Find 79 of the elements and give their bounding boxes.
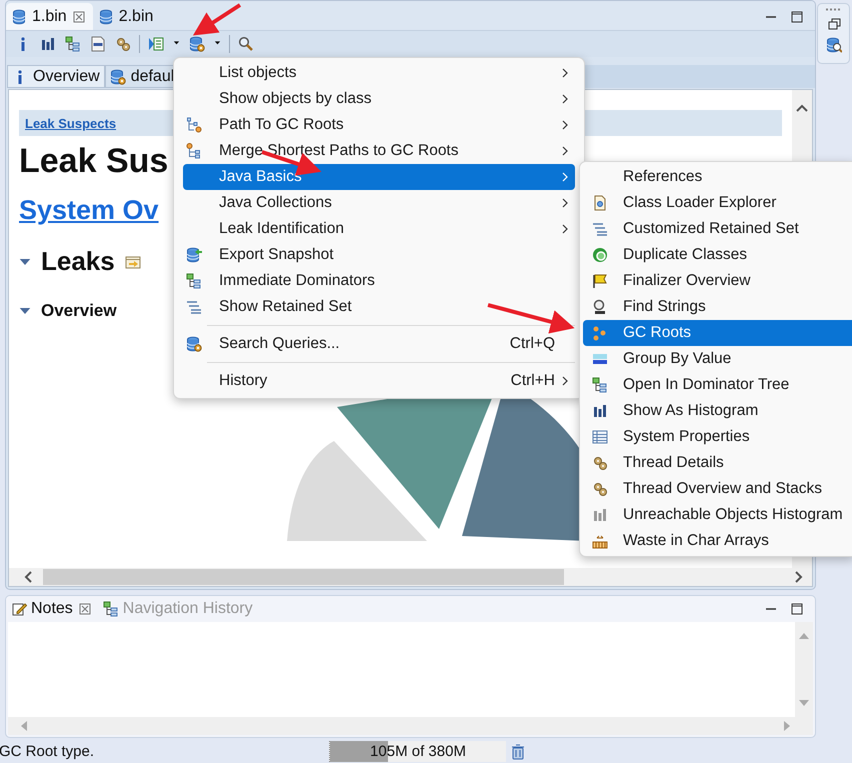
list-lines-icon <box>186 299 202 315</box>
table-icon <box>592 429 608 445</box>
tree-icon <box>186 273 202 289</box>
scrollbar-thumb[interactable] <box>43 569 564 585</box>
expand-triangle-icon[interactable] <box>19 258 31 266</box>
query-button[interactable] <box>89 34 107 54</box>
histogram-icon <box>592 507 608 523</box>
menu-item[interactable]: System Properties <box>583 424 852 450</box>
menu-item[interactable]: Waste in Char Arrays <box>583 528 852 554</box>
menu-item[interactable]: References <box>583 164 852 190</box>
close-icon[interactable] <box>70 8 87 24</box>
view-tab[interactable]: Overview <box>7 65 105 88</box>
flag-icon <box>592 273 608 289</box>
tree-icon <box>592 377 608 393</box>
drag-handle-icon[interactable] <box>824 8 842 11</box>
expand-triangle-icon[interactable] <box>19 307 31 315</box>
menu-item[interactable]: Show Retained Set <box>183 294 575 320</box>
menu-item[interactable]: Duplicate Classes <box>583 242 852 268</box>
query-browser-button[interactable] <box>188 34 206 54</box>
caret-icon[interactable] <box>213 41 222 47</box>
menu-item[interactable]: Thread Details <box>583 450 852 476</box>
menu-item[interactable]: Java Collections <box>183 190 575 216</box>
database-export-icon <box>186 247 202 263</box>
heap-search-icon[interactable] <box>826 37 842 53</box>
menu-item[interactable]: Class Loader Explorer <box>583 190 852 216</box>
restore-icon[interactable] <box>826 16 842 32</box>
gears-icon <box>592 481 608 497</box>
editor-tab[interactable]: 1.bin <box>6 3 93 30</box>
tree-icon <box>102 601 119 617</box>
menu-item[interactable]: Export Snapshot <box>183 242 575 268</box>
page-title: Leak Sus <box>19 142 168 181</box>
breadcrumb-link[interactable]: Leak Suspects <box>25 116 116 130</box>
status-message: GC Root type. <box>0 743 96 760</box>
menu-item[interactable]: Show objects by class <box>183 86 575 112</box>
database-icon <box>98 8 115 24</box>
tree-path-icon <box>186 117 202 133</box>
menu-item[interactable]: Immediate Dominators <box>183 268 575 294</box>
list-lines-icon <box>592 221 608 237</box>
menu-item[interactable]: Search Queries... Ctrl+Q <box>183 331 575 357</box>
menu-item[interactable]: Path To GC Roots <box>183 112 575 138</box>
node-dots-icon <box>592 325 608 341</box>
document-icon <box>592 195 608 211</box>
heap-gauge[interactable]: 105M of 380M <box>329 741 506 762</box>
menu-item[interactable]: Customized Retained Set <box>583 216 852 242</box>
database-gear-icon <box>110 68 126 84</box>
maximize-icon[interactable] <box>789 601 805 617</box>
database-gear-icon <box>186 336 202 352</box>
menu-item[interactable]: List objects <box>183 60 575 86</box>
menu-item[interactable]: History Ctrl+H <box>183 368 575 394</box>
trash-icon[interactable] <box>510 744 526 760</box>
menu-item[interactable]: Show As Histogram <box>583 398 852 424</box>
histogram-icon <box>592 403 608 419</box>
menu-item[interactable]: Thread Overview and Stacks <box>583 476 852 502</box>
menu-item[interactable]: Open In Dominator Tree <box>583 372 852 398</box>
menu-item[interactable]: Leak Identification <box>183 216 575 242</box>
tree-merge-icon <box>186 143 202 159</box>
grid-icon <box>592 533 608 549</box>
bars-icon <box>592 351 608 367</box>
heap-gauge-text: 105M of 380M <box>370 743 466 760</box>
menu-item[interactable]: Find Strings <box>583 294 852 320</box>
gears-icon <box>592 455 608 471</box>
notepad-icon <box>11 601 27 617</box>
section-link[interactable]: System Ov <box>19 195 159 226</box>
menu-item[interactable]: Unreachable Objects Histogram <box>583 502 852 528</box>
menu-item[interactable]: Finalizer Overview <box>583 268 852 294</box>
class-circle-icon <box>592 247 608 263</box>
section-heading: Leaks <box>41 246 115 277</box>
menu-item[interactable]: Merge Shortest Paths to GC Roots <box>183 138 575 164</box>
database-icon <box>12 8 28 24</box>
caret-icon[interactable] <box>172 41 181 47</box>
menu-item[interactable]: GC Roots <box>583 320 852 346</box>
magnifier-icon <box>592 299 608 315</box>
close-icon[interactable] <box>76 601 93 617</box>
editor-tab[interactable]: 2.bin <box>92 3 160 30</box>
section-heading: Overview <box>41 301 117 321</box>
arrow-annotation <box>192 3 242 36</box>
dominator-tree-button[interactable] <box>64 34 82 54</box>
menu-item[interactable]: Group By Value <box>583 346 852 372</box>
maximize-icon[interactable] <box>789 8 805 24</box>
